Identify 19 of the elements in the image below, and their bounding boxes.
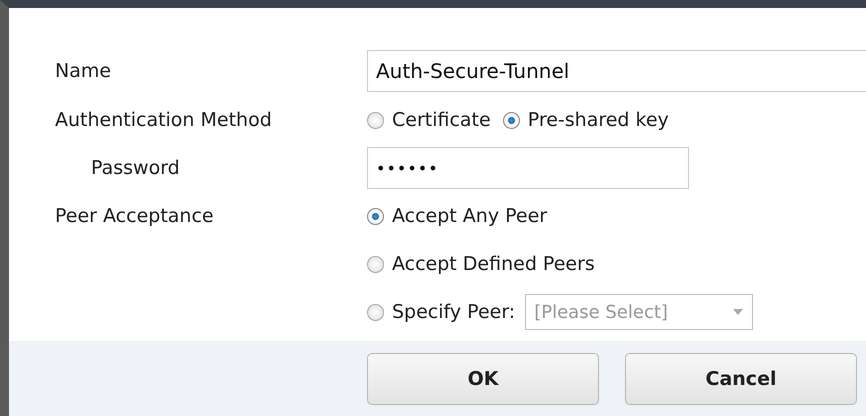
cancel-button[interactable]: Cancel [625, 353, 857, 405]
radio-label[interactable]: Accept Any Peer [392, 205, 548, 227]
radio-button[interactable] [367, 256, 384, 272]
radio-button[interactable] [502, 112, 520, 128]
name-field[interactable]: Auth-Secure-Tunnel [367, 50, 866, 92]
field-label: Name [55, 60, 112, 82]
radio-button[interactable] [367, 112, 384, 128]
radio-label[interactable]: Accept Defined Peers [392, 253, 595, 275]
password-field[interactable]: •••••• [367, 147, 689, 189]
field-label: Peer Acceptance [55, 205, 215, 227]
radio-button[interactable] [367, 208, 384, 224]
caret-icon [732, 308, 744, 316]
ok-button[interactable]: OK [367, 353, 599, 405]
field-label: Password [90, 157, 181, 179]
radio-label[interactable]: Pre-shared key [528, 109, 669, 131]
radio-label[interactable]: Certificate [392, 109, 491, 131]
radio-button[interactable] [367, 304, 384, 320]
field-label: Authentication Method [55, 109, 273, 131]
radio-label[interactable]: Specify Peer: [392, 301, 516, 323]
